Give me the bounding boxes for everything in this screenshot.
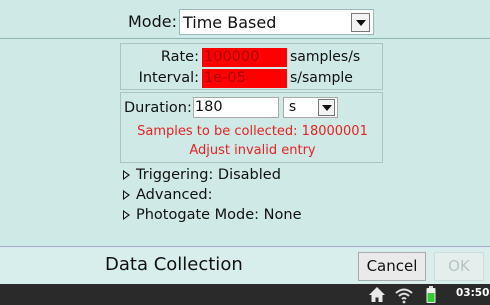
clock: 03:50P [456,287,490,299]
photogate-label: Photogate Mode: None [136,207,302,223]
duration-label: Duration: [124,99,192,116]
mode-row: Mode: Time Based [128,8,374,35]
duration-unit-value: s [288,99,297,115]
advanced-expander[interactable]: Advanced: [123,187,213,203]
cancel-button[interactable]: Cancel [358,252,426,281]
advanced-label: Advanced: [136,187,213,203]
expand-triangle-icon [123,210,130,220]
samples-warning: Samples to be collected: 18000001 [137,124,368,139]
rate-unit: samples/s [290,49,361,65]
battery-icon [426,286,436,303]
duration-unit-select[interactable]: s [282,97,338,118]
chevron-down-icon[interactable] [350,12,370,32]
mode-select[interactable]: Time Based [178,8,374,35]
interval-unit: s/sample [290,70,353,86]
mode-select-value: Time Based [182,12,277,32]
rate-label: Rate: [160,49,199,65]
expand-triangle-icon [123,170,130,180]
settings-panel: Mode: Time Based Rate: 100000 samples/s … [0,0,490,246]
taskbar: 03:50P [0,284,490,305]
triggering-expander[interactable]: Triggering: Disabled [123,167,281,183]
rate-group: Rate: 100000 samples/s Interval: 1e-05 s… [120,43,383,90]
wifi-icon[interactable] [393,284,415,305]
rate-input[interactable]: 100000 [202,47,287,67]
rate-row: Rate: 100000 samples/s [121,47,360,67]
triggering-label: Triggering: Disabled [136,167,281,183]
divider [0,38,490,39]
duration-group: Duration: 180 s Samples to be collected:… [120,92,383,163]
ok-button[interactable]: OK [434,252,484,281]
duration-input[interactable]: 180 [192,97,279,118]
chevron-down-icon[interactable] [317,99,335,116]
adjust-warning: Adjust invalid entry [189,143,316,158]
home-icon[interactable] [366,284,388,305]
interval-label: Interval: [138,70,199,86]
interval-input[interactable]: 1e-05 [202,68,287,88]
expand-triangle-icon [123,190,130,200]
footer-bar: Data Collection Cancel OK [0,246,490,284]
photogate-expander[interactable]: Photogate Mode: None [123,207,302,223]
duration-row: Duration: 180 s [124,97,338,118]
interval-row: Interval: 1e-05 s/sample [121,68,353,88]
mode-label: Mode: [128,12,177,31]
page-title: Data Collection [105,254,243,275]
